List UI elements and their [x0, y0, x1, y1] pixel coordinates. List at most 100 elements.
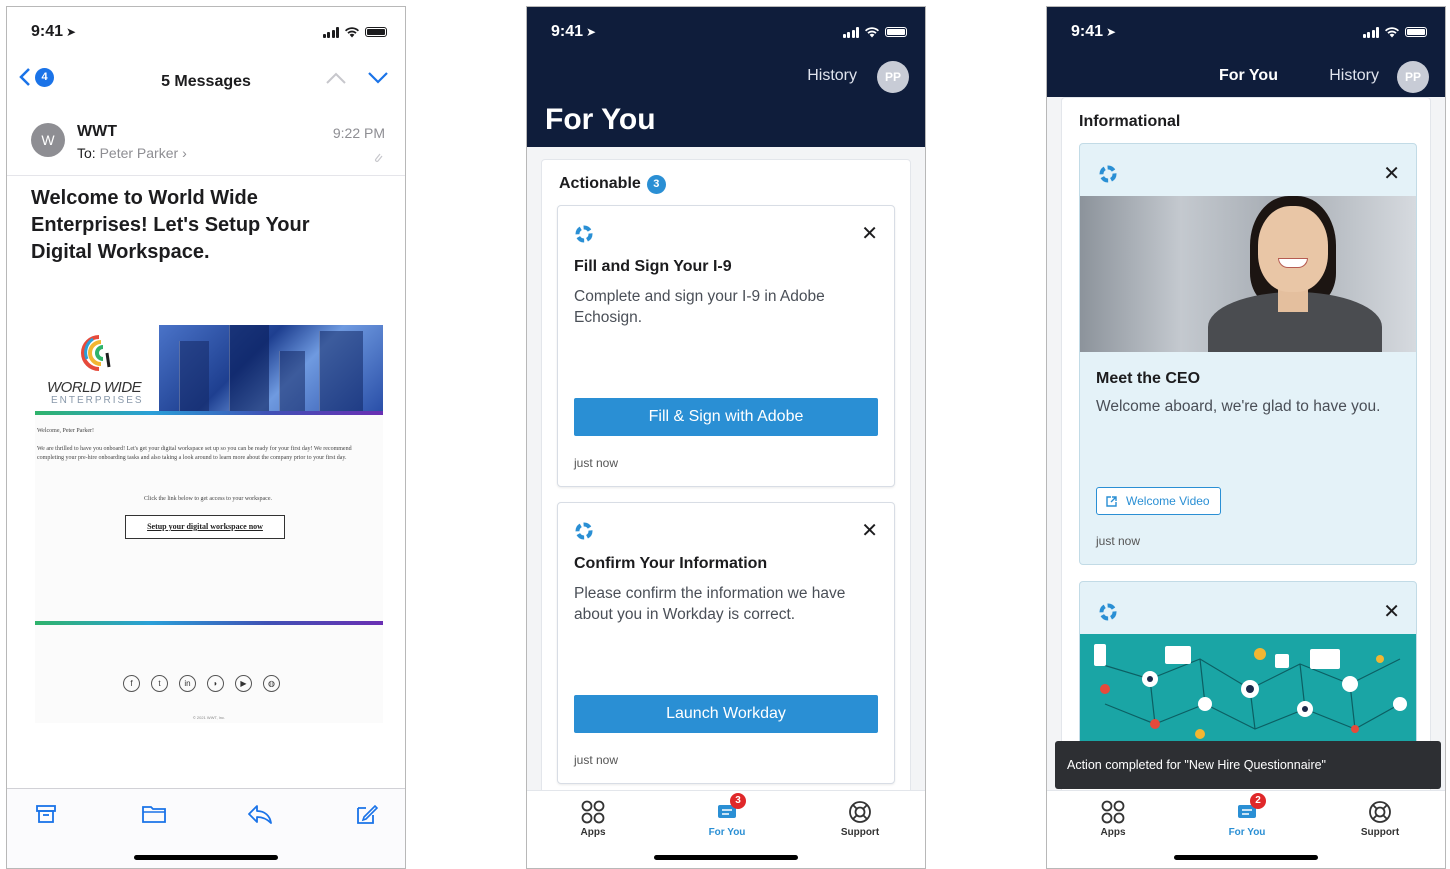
- fill-sign-adobe-button[interactable]: Fill & Sign with Adobe: [574, 398, 878, 436]
- battery-icon: [365, 27, 387, 37]
- reply-icon[interactable]: [247, 803, 273, 825]
- home-indicator: [654, 855, 798, 860]
- to-label: To:: [77, 145, 96, 161]
- attachment-icon: [375, 153, 383, 162]
- actionable-label: Actionable: [559, 175, 641, 192]
- close-icon[interactable]: ✕: [1383, 602, 1400, 622]
- tab-bar: Apps 2 For You Support: [1047, 790, 1445, 868]
- close-icon[interactable]: ✕: [1383, 164, 1400, 184]
- welcome-video-button[interactable]: Welcome Video: [1096, 487, 1221, 515]
- sender-name[interactable]: WWT: [77, 123, 117, 141]
- card-timestamp: just now: [574, 456, 619, 470]
- welcome-video-label: Welcome Video: [1126, 494, 1210, 508]
- notification-badge: 2: [1250, 793, 1266, 809]
- tab-support-label: Support: [840, 827, 880, 838]
- youtube-icon[interactable]: ▶: [235, 675, 252, 692]
- avatar[interactable]: PP: [877, 61, 909, 93]
- compose-icon[interactable]: [355, 803, 379, 825]
- apps-icon: [1101, 800, 1125, 824]
- location-icon: ➤: [586, 25, 597, 39]
- task-card: ✕ Confirm Your Information Please confir…: [557, 502, 895, 784]
- card-timestamp: just now: [574, 753, 619, 767]
- company-logo: WORLD WIDE ENTERPRISES: [35, 325, 159, 411]
- app-header: 9:41 ➤ History PP For You: [527, 7, 925, 147]
- recipient-line[interactable]: To: Peter Parker ›: [77, 145, 187, 161]
- for-you-icon: 2: [1234, 793, 1266, 825]
- page-title: For You: [545, 103, 656, 136]
- close-icon[interactable]: ✕: [861, 521, 878, 541]
- nav-history[interactable]: History: [1329, 67, 1379, 85]
- home-indicator: [1174, 855, 1318, 860]
- support-icon: [1369, 801, 1391, 823]
- battery-icon: [885, 27, 907, 37]
- facebook-icon[interactable]: f: [123, 675, 140, 692]
- email-copyright: © 2021 WWT, Inc.: [192, 715, 226, 720]
- wifi-icon: [345, 27, 359, 38]
- chevron-right-icon: ›: [182, 145, 187, 161]
- close-icon[interactable]: ✕: [861, 224, 878, 244]
- gradient-divider-top: [35, 411, 383, 415]
- tab-for-you[interactable]: 2 For You: [1207, 793, 1287, 838]
- task-card: ✕ Fill and Sign Your I-9 Complete and si…: [557, 205, 895, 487]
- email-body: WORLD WIDE ENTERPRISES Welcome, Peter Pa…: [35, 325, 383, 723]
- tab-apps[interactable]: Apps: [553, 799, 633, 838]
- ceo-photo: [1080, 196, 1416, 352]
- status-time: 9:41: [1071, 23, 1104, 40]
- social-links: f t in ◗ ▶ ◍: [123, 675, 280, 692]
- wifi-icon: [865, 27, 879, 38]
- apps-icon: [581, 800, 605, 824]
- twitter-icon[interactable]: t: [151, 675, 168, 692]
- tab-apps[interactable]: Apps: [1073, 799, 1153, 838]
- home-indicator: [134, 855, 278, 860]
- setup-workspace-link[interactable]: Setup your digital workspace now: [125, 515, 285, 539]
- location-icon: ➤: [1106, 25, 1117, 39]
- tab-for-you-label: For You: [1228, 827, 1266, 838]
- tab-for-you[interactable]: 3 For You: [687, 793, 767, 838]
- sender-avatar: W: [31, 123, 65, 157]
- tab-apps-label: Apps: [1100, 827, 1126, 838]
- tab-bar: Apps 3 For You Support: [527, 790, 925, 868]
- signal-icon: [1362, 26, 1379, 38]
- card-title: Meet the CEO: [1096, 370, 1201, 387]
- nav-history[interactable]: History: [807, 67, 857, 85]
- status-bar: 9:41 ➤: [7, 7, 405, 57]
- app-header: 9:41 ➤ For You History PP: [1047, 7, 1445, 97]
- actionable-count-badge: 3: [646, 175, 666, 194]
- status-time: 9:41: [551, 23, 584, 40]
- card-description: Welcome aboard, we're glad to have you.: [1096, 398, 1381, 415]
- tab-support[interactable]: Support: [1340, 799, 1420, 838]
- recipient-name: Peter Parker: [99, 145, 179, 161]
- tab-apps-label: Apps: [580, 827, 606, 838]
- message-header: W WWT To: Peter Parker › 9:22 PM: [31, 119, 385, 169]
- logo-subtext: ENTERPRISES: [51, 395, 144, 406]
- location-icon: ➤: [66, 25, 77, 39]
- mail-screen: 9:41 ➤ 4 5 Messages W WWT To: Peter Parke…: [6, 6, 406, 869]
- globe-icon[interactable]: ◍: [263, 675, 280, 692]
- avatar[interactable]: PP: [1397, 61, 1429, 93]
- workspace-logo-icon: [575, 225, 593, 243]
- workspace-logo-icon: [1099, 165, 1117, 183]
- signal-icon: [322, 26, 339, 38]
- message-time: 9:22 PM: [332, 125, 385, 141]
- tab-support[interactable]: Support: [820, 799, 900, 838]
- nav-for-you[interactable]: For You: [1219, 67, 1278, 85]
- linkedin-icon[interactable]: in: [179, 675, 196, 692]
- archive-icon[interactable]: [35, 803, 57, 825]
- chevron-down-icon[interactable]: [367, 71, 389, 85]
- card-title: Confirm Your Information: [574, 555, 768, 572]
- network-illustration: [1080, 634, 1416, 754]
- world-wide-logo-icon: [81, 335, 111, 371]
- tab-for-you-label: For You: [708, 827, 746, 838]
- email-click-text: Click the link below to get access to yo…: [144, 496, 272, 502]
- toast-message: Action completed for "New Hire Questionn…: [1055, 741, 1441, 789]
- battery-icon: [1405, 27, 1427, 37]
- for-you-icon: 3: [714, 793, 746, 825]
- tab-support-label: Support: [1360, 827, 1400, 838]
- folder-icon[interactable]: [141, 803, 167, 825]
- notification-badge: 3: [730, 793, 746, 809]
- rss-icon[interactable]: ◗: [207, 675, 224, 692]
- actionable-heading: Actionable 3: [559, 175, 666, 194]
- chevron-up-icon[interactable]: [325, 71, 347, 85]
- email-paragraph: We are thrilled to have you onboard! Let…: [37, 446, 352, 461]
- launch-workday-button[interactable]: Launch Workday: [574, 695, 878, 733]
